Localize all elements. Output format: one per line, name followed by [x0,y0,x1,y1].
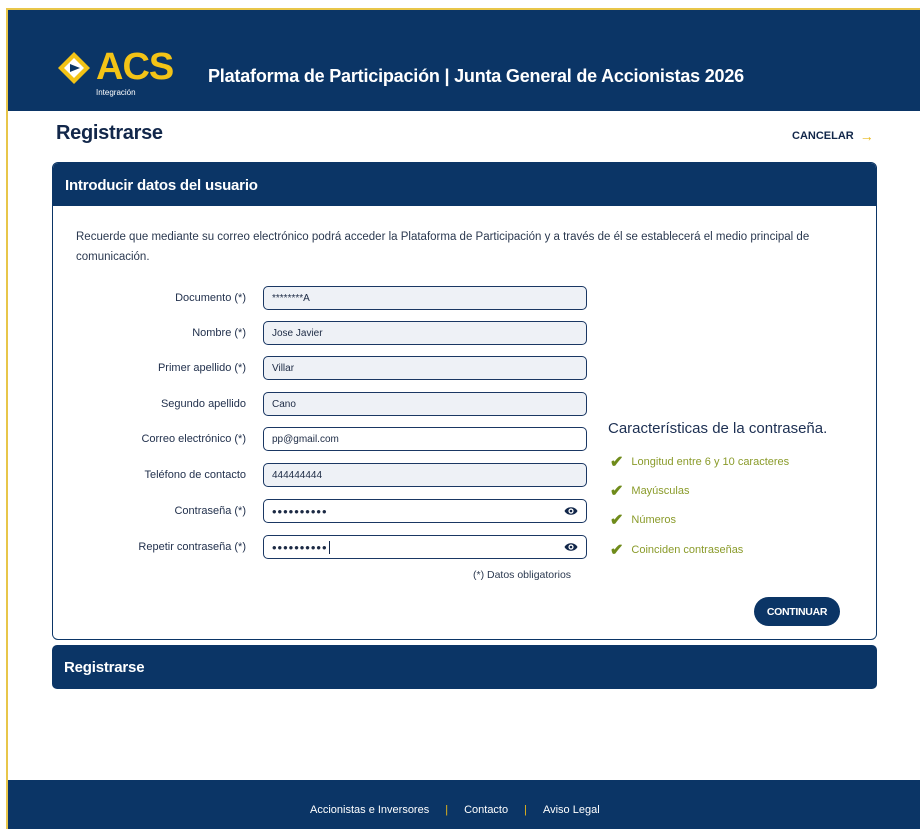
user-data-panel: Introducir datos del usuario Recuerde qu… [52,162,877,640]
password-rule-label: Números [631,514,677,526]
field-label: Correo electrónico (*) [141,433,246,445]
field-label: Nombre (*) [192,327,246,339]
page-title: Registrarse [56,122,163,144]
cancel-link[interactable]: CANCELAR → [792,128,874,144]
check-icon: ✔ [610,483,624,500]
documento-input[interactable]: ********A [263,286,587,310]
field-row-correo: Correo electrónico (*) pp@gmail.com [53,426,593,452]
repeat-password-value: •••••••••• [272,539,328,555]
footer-link-aviso-legal[interactable]: Aviso Legal [543,804,600,816]
check-icon: ✔ [610,454,624,471]
repeat-password-input[interactable]: •••••••••• [263,535,587,559]
footer-link-accionistas[interactable]: Accionistas e Inversores [310,804,429,816]
field-label: Contraseña (*) [174,505,246,517]
eye-icon[interactable] [564,541,578,553]
site-footer: Accionistas e Inversores | Contacto | Av… [8,780,920,829]
password-input[interactable]: •••••••••• [263,499,587,523]
password-rule: ✔ Longitud entre 6 y 10 caracteres [610,452,789,472]
field-row-documento: Documento (*) ********A [53,285,593,311]
password-value: •••••••••• [272,503,328,519]
required-note: (*) Datos obligatorios [473,569,572,581]
footer-separator: | [524,804,527,816]
logo-subtitle: Integración [96,88,136,97]
field-label: Documento (*) [175,292,246,304]
password-rule-label: Longitud entre 6 y 10 caracteres [631,456,790,468]
field-row-contrasena: Contraseña (*) •••••••••• [53,498,593,524]
register-panel-header[interactable]: Registrarse [52,645,877,689]
check-icon: ✔ [610,542,624,559]
phone-input[interactable]: 444444444 [263,463,587,487]
field-row-primer-apellido: Primer apellido (*) Villar [53,355,593,381]
eye-icon[interactable] [564,505,578,517]
panel-title[interactable]: Introducir datos del usuario [53,163,876,206]
intro-text: Recuerde que mediante su correo electrón… [76,231,810,263]
text-cursor [328,540,330,554]
continue-button[interactable]: CONTINUAR [754,597,840,626]
check-icon: ✔ [610,512,624,529]
field-row-nombre: Nombre (*) Jose Javier [53,320,593,346]
app-header: ACS Integración Plataforma de Participac… [8,10,920,111]
field-row-segundo-apellido: Segundo apellido Cano [53,391,593,417]
logo-text: ACS [96,46,174,88]
field-row-repetir-contrasena: Repetir contraseña (*) •••••••••• [53,534,593,560]
nombre-input[interactable]: Jose Javier [263,321,587,345]
logo-diamond-icon [58,52,90,84]
field-label: Segundo apellido [160,398,246,410]
password-rule-label: Mayúsculas [631,485,690,497]
field-label: Primer apellido (*) [157,362,246,374]
footer-separator: | [445,804,449,816]
platform-title: Plataforma de Participación | Junta Gene… [208,66,744,86]
field-row-telefono: Teléfono de contacto 444444444 [53,462,593,488]
password-rule: ✔ Coinciden contraseñas [610,540,743,560]
password-rule: ✔ Mayúsculas [610,481,689,501]
password-rule-label: Coinciden contraseñas [631,544,744,556]
footer-links: Accionistas e Inversores | Contacto | Av… [310,804,600,816]
password-rules-title: Características de la contraseña. [608,420,828,437]
password-rule: ✔ Números [610,510,676,530]
field-label: Repetir contraseña (*) [138,541,246,553]
email-input[interactable]: pp@gmail.com [263,427,587,451]
primer-apellido-input[interactable]: Villar [263,356,587,380]
acs-logo: ACS Integración [56,42,196,102]
segundo-apellido-input[interactable]: Cano [263,392,587,416]
footer-link-contacto[interactable]: Contacto [464,804,508,816]
arrow-right-icon: → [859,128,874,144]
cancel-label: CANCELAR [792,130,854,142]
field-label: Teléfono de contacto [144,469,246,481]
